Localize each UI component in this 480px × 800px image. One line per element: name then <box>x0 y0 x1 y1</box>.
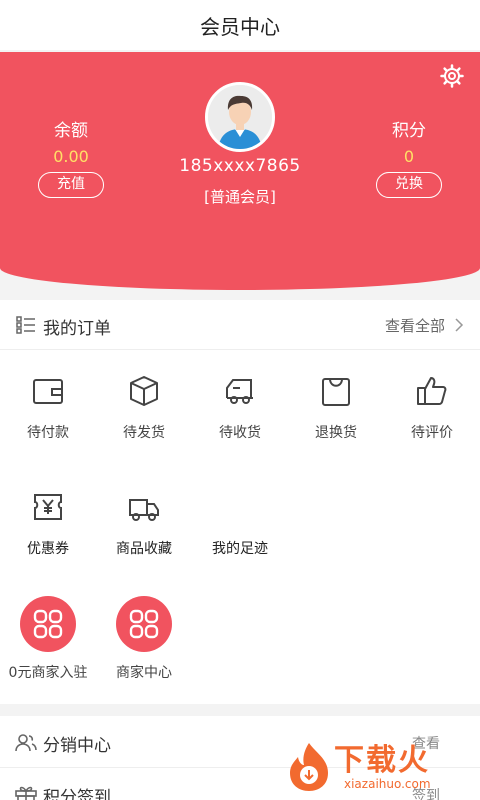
delivery-truck-icon <box>129 499 159 521</box>
users-icon <box>15 734 37 752</box>
view-all-orders-link[interactable]: 查看全部 <box>385 315 445 336</box>
balance-label: 余额 <box>54 121 88 141</box>
footprints-icon <box>192 490 288 524</box>
coupons-item[interactable]: 优惠券 <box>0 490 96 558</box>
order-status-label: 待付款 <box>27 425 69 441</box>
profile-header: 余额 0.00 充值 185xxxx7865 [普通会员] 积分 0 兑换 <box>0 52 480 290</box>
order-status-label: 待评价 <box>411 425 453 441</box>
order-status-label: 退换货 <box>315 425 357 441</box>
user-avatar-icon <box>208 85 272 149</box>
merchant-center-circle <box>116 596 172 652</box>
watermark-text: 下载火 <box>334 743 430 778</box>
member-level: [普通会员] <box>204 188 276 206</box>
page-title: 会员中心 <box>200 14 280 39</box>
menu-item-label: 分销中心 <box>43 736 111 756</box>
order-pending-receipt[interactable]: 待收货 <box>192 374 288 442</box>
phone-number: 185xxxx7865 <box>179 156 301 176</box>
section-divider <box>0 704 480 716</box>
orders-panel: 我的订单 查看全部 待付款 待发货 待收货 退换货 待评价 优惠券 商品收藏 我… <box>0 300 480 704</box>
truck-icon <box>226 379 253 404</box>
merchant-center-item[interactable]: 商家中心 <box>96 596 192 682</box>
points-label: 积分 <box>392 121 426 141</box>
box-icon <box>130 376 158 406</box>
orders-title: 我的订单 <box>43 319 111 339</box>
avatar[interactable] <box>205 82 275 152</box>
flame-icon <box>290 743 328 791</box>
thumbs-up-icon <box>417 377 447 405</box>
favorites-label: 商品收藏 <box>116 541 172 557</box>
merchant-center-label: 商家中心 <box>116 665 172 681</box>
balance-block: 余额 0.00 充值 <box>11 116 131 198</box>
points-value: 0 <box>403 147 415 166</box>
list-icon <box>16 316 35 334</box>
points-block: 积分 0 兑换 <box>349 116 469 198</box>
orders-header[interactable]: 我的订单 查看全部 <box>0 300 480 350</box>
watermark-logo: 下载火 xiazaihuo.com <box>286 735 480 800</box>
grid-icon <box>33 609 63 639</box>
merchant-join-circle <box>20 596 76 652</box>
order-status-label: 待发货 <box>123 425 165 441</box>
exchange-button[interactable]: 兑换 <box>376 172 442 198</box>
shopping-bag-icon <box>322 378 350 406</box>
recharge-button[interactable]: 充值 <box>38 172 104 198</box>
wallet-icon <box>33 379 63 404</box>
order-pending-payment[interactable]: 待付款 <box>0 374 96 442</box>
balance-value: 0.00 <box>53 147 89 166</box>
order-pending-review[interactable]: 待评价 <box>384 374 480 442</box>
gift-icon <box>15 786 37 800</box>
grid-icon <box>129 609 159 639</box>
chevron-right-icon <box>455 318 464 332</box>
coupons-label: 优惠券 <box>27 541 69 557</box>
order-return-exchange[interactable]: 退换货 <box>288 374 384 442</box>
gear-icon[interactable] <box>440 64 464 88</box>
menu-item-label: 积分签到 <box>43 788 111 800</box>
coupon-icon <box>34 494 62 520</box>
order-pending-shipment[interactable]: 待发货 <box>96 374 192 442</box>
top-bar: 会员中心 <box>0 0 480 50</box>
order-status-label: 待收货 <box>219 425 261 441</box>
footprints-label: 我的足迹 <box>212 541 268 557</box>
watermark-url: xiazaihuo.com <box>344 777 431 791</box>
merchant-join-item[interactable]: 0元商家入驻 <box>0 596 96 682</box>
footprints-item[interactable]: 我的足迹 <box>192 490 288 558</box>
favorites-item[interactable]: 商品收藏 <box>96 490 192 558</box>
merchant-join-label: 0元商家入驻 <box>8 665 88 681</box>
